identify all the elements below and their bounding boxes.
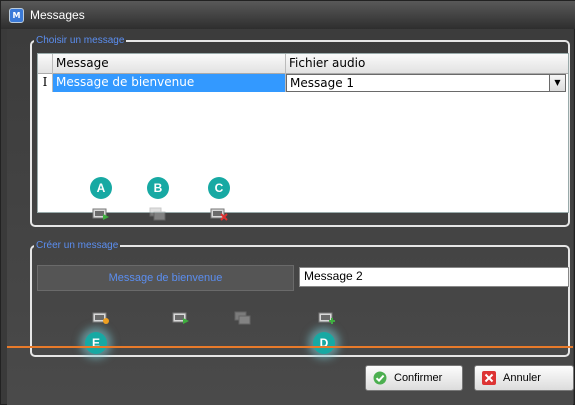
table-row[interactable]: I Message de bienvenue Message 1 ▼ [38, 74, 568, 92]
annotation-badge-c: C [208, 177, 230, 199]
add-message-button[interactable] [318, 311, 336, 325]
window-title: Messages [30, 8, 85, 22]
copy-message-button[interactable] [149, 207, 167, 221]
cell-audio-file-select[interactable]: Message 1 [286, 74, 558, 92]
cancel-label: Annuler [503, 372, 541, 384]
title-bar[interactable]: M Messages [1, 1, 575, 29]
row-header-corner [38, 54, 53, 74]
confirm-button[interactable]: Confirmer [365, 365, 463, 391]
play-message-button[interactable] [92, 207, 110, 221]
close-icon [482, 371, 496, 385]
copy-message-icon [149, 207, 166, 221]
confirm-label: Confirmer [394, 372, 443, 384]
choose-message-legend: Choisir un message [36, 35, 125, 46]
annotation-badge-e: E [85, 332, 107, 354]
messages-window: M Messages Choisir un message Message Fi… [0, 0, 575, 405]
play-new-message-button[interactable] [172, 311, 190, 325]
copy-new-message-button[interactable] [234, 311, 252, 325]
row-edit-indicator: I [38, 74, 53, 92]
play-message-icon [172, 312, 189, 324]
cell-message[interactable]: Message de bienvenue [53, 74, 286, 92]
column-header-audio-file[interactable]: Fichier audio [286, 54, 566, 74]
record-message-icon [92, 312, 109, 324]
add-message-icon [318, 312, 335, 324]
record-message-button[interactable] [92, 311, 110, 325]
annotation-badge-d: D [313, 332, 335, 354]
message-name-input[interactable]: Message 2 [299, 267, 569, 287]
separator-line [7, 346, 573, 348]
delete-message-button[interactable] [210, 207, 228, 221]
create-message-group: Créer un message [30, 240, 570, 357]
delete-message-icon [210, 208, 228, 221]
cancel-button[interactable]: Annuler [474, 365, 574, 391]
copy-message-icon [234, 311, 251, 325]
play-message-icon [92, 208, 109, 220]
chevron-down-icon[interactable]: ▼ [549, 74, 566, 92]
check-icon [373, 371, 387, 385]
annotation-badge-a: A [90, 177, 112, 199]
message-type-label[interactable]: Message de bienvenue [37, 265, 294, 291]
dialog-body: Choisir un message Message Fichier audio… [7, 29, 574, 405]
column-header-message[interactable]: Message [53, 54, 286, 74]
app-logo-icon: M [9, 8, 24, 23]
create-message-legend: Créer un message [36, 240, 119, 251]
annotation-badge-b: B [147, 177, 169, 199]
grid-header: Message Fichier audio [38, 54, 568, 74]
message-grid[interactable]: Message Fichier audio I Message de bienv… [37, 53, 569, 213]
